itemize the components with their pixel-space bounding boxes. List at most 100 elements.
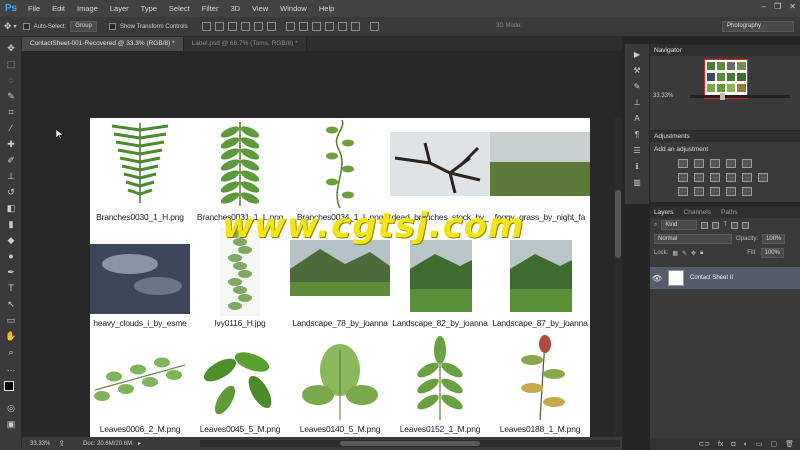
status-zoom[interactable]: 33.33%: [30, 441, 50, 447]
threshold-icon[interactable]: [710, 187, 720, 196]
vibrance-icon[interactable]: [742, 159, 752, 168]
distribute-bottom-icon[interactable]: [311, 22, 321, 31]
minimize-button[interactable]: ‒: [762, 2, 766, 11]
info-icon[interactable]: ℹ: [631, 162, 643, 172]
eyedropper-icon[interactable]: ⁄: [5, 123, 17, 134]
menu-view[interactable]: View: [246, 0, 274, 17]
shape-icon[interactable]: ▭: [5, 315, 17, 326]
horizontal-scroll-thumb[interactable]: [340, 441, 480, 446]
tool-presets-icon[interactable]: ⚒: [631, 66, 643, 76]
new-layer-icon[interactable]: ▢: [770, 440, 777, 448]
menu-layer[interactable]: Layer: [104, 0, 135, 17]
path-select-icon[interactable]: ↖: [5, 299, 17, 310]
auto-align-icon[interactable]: [369, 22, 379, 31]
menu-help[interactable]: Help: [313, 0, 340, 17]
paragraph-icon[interactable]: ¶: [631, 130, 643, 140]
align-bottom-icon[interactable]: [227, 22, 237, 31]
menu-file[interactable]: File: [22, 0, 46, 17]
distribute-middle-icon[interactable]: [298, 22, 308, 31]
black-white-icon[interactable]: [710, 173, 720, 182]
tab-layers[interactable]: Layers: [654, 207, 674, 218]
lock-transparency-icon[interactable]: ▦: [672, 250, 678, 257]
levels-icon[interactable]: [694, 159, 704, 168]
visibility-eye-icon[interactable]: 👁︎: [650, 274, 664, 283]
exposure-icon[interactable]: [726, 159, 736, 168]
tab-paths[interactable]: Paths: [721, 207, 738, 218]
blur-icon[interactable]: ◆: [5, 235, 17, 246]
filter-pixel-icon[interactable]: [701, 221, 709, 229]
auto-select-checkbox[interactable]: [22, 23, 30, 30]
menu-type[interactable]: Type: [135, 0, 163, 17]
menu-select[interactable]: Select: [163, 0, 196, 17]
menu-window[interactable]: Window: [274, 0, 313, 17]
more-tools-icon[interactable]: …: [5, 363, 17, 374]
clone-source-icon[interactable]: ⊥: [631, 98, 643, 108]
filter-type-icon[interactable]: T: [723, 222, 727, 228]
brush-presets-icon[interactable]: ✎: [631, 82, 643, 92]
menu-3d[interactable]: 3D: [224, 0, 246, 17]
blend-mode-dropdown[interactable]: Normal: [654, 234, 732, 244]
filter-shape-icon[interactable]: [731, 221, 739, 229]
filter-smart-object-icon[interactable]: [742, 221, 750, 229]
align-center-icon[interactable]: [253, 22, 263, 31]
invert-icon[interactable]: [678, 187, 688, 196]
quick-select-icon[interactable]: ✎: [5, 91, 17, 102]
clone-stamp-icon[interactable]: ⊥: [5, 171, 17, 182]
crop-icon[interactable]: ⌗: [5, 107, 17, 118]
add-mask-icon[interactable]: ◘: [731, 441, 735, 448]
move-tool-icon[interactable]: ✥: [4, 21, 12, 32]
align-middle-icon[interactable]: [214, 22, 224, 31]
histogram-icon[interactable]: ▥: [631, 178, 643, 188]
new-group-icon[interactable]: ▭: [756, 440, 763, 448]
adjustments-title[interactable]: Adjustments: [654, 131, 690, 142]
horizontal-scrollbar[interactable]: [200, 440, 620, 447]
properties-icon[interactable]: ☰: [631, 146, 643, 156]
photo-filter-icon[interactable]: [726, 173, 736, 182]
move-icon[interactable]: ✥: [5, 43, 17, 54]
new-adjustment-icon[interactable]: ◐: [744, 441, 748, 448]
menu-edit[interactable]: Edit: [46, 0, 71, 17]
menu-image[interactable]: Image: [71, 0, 104, 17]
workspace-dropdown[interactable]: Photography: [722, 21, 794, 32]
color-balance-icon[interactable]: [694, 173, 704, 182]
menu-filter[interactable]: Filter: [196, 0, 225, 17]
transform-controls-checkbox[interactable]: [108, 23, 116, 30]
link-layers-icon[interactable]: ⊂⊃: [698, 440, 710, 448]
contact-sheet-document[interactable]: Branches0030_1_H.png Branches0031_1_L.png…: [90, 118, 590, 437]
kind-filter-dropdown[interactable]: Kind: [661, 220, 698, 230]
navigator-preview[interactable]: [704, 59, 748, 99]
screen-mode-icon[interactable]: ▣: [5, 419, 17, 430]
eraser-icon[interactable]: ◧: [5, 203, 17, 214]
distribute-top-icon[interactable]: [285, 22, 295, 31]
maximize-button[interactable]: ❐: [774, 2, 781, 11]
foreground-color-swatch[interactable]: [4, 381, 14, 391]
lock-pixels-icon[interactable]: ✎: [682, 250, 687, 257]
hue-saturation-icon[interactable]: [678, 173, 688, 182]
healing-icon[interactable]: ✚: [5, 139, 17, 150]
navigator-zoom[interactable]: 33.33%: [653, 93, 673, 99]
align-right-icon[interactable]: [266, 22, 276, 31]
distribute-left-icon[interactable]: [324, 22, 334, 31]
delete-layer-icon[interactable]: 🗑︎: [785, 440, 794, 448]
canvas-area[interactable]: Branches0030_1_H.png Branches0031_1_L.png…: [22, 51, 622, 437]
gradient-map-icon[interactable]: [742, 187, 752, 196]
tab-contact-sheet[interactable]: ContactSheet-001-Recovered @ 33.3% (RGB/…: [22, 37, 184, 51]
type-icon[interactable]: T: [5, 283, 17, 294]
brush-icon[interactable]: ✐: [5, 155, 17, 166]
auto-select-dropdown[interactable]: Group: [70, 21, 97, 32]
distribute-right-icon[interactable]: [350, 22, 360, 31]
layer-row[interactable]: 👁︎ Contact Sheet II: [650, 267, 800, 289]
lock-position-icon[interactable]: ✥: [691, 250, 696, 257]
align-top-icon[interactable]: [201, 22, 211, 31]
share-icon[interactable]: ⇪: [58, 439, 65, 448]
close-button[interactable]: ✕: [789, 2, 796, 11]
play-icon[interactable]: ▶: [631, 50, 643, 60]
filter-adjustment-icon[interactable]: [712, 221, 720, 229]
vertical-scrollbar[interactable]: [614, 118, 622, 437]
color-lookup-icon[interactable]: [758, 173, 768, 182]
gradient-icon[interactable]: ▮: [5, 219, 17, 230]
history-brush-icon[interactable]: ↺: [5, 187, 17, 198]
tab-channels[interactable]: Channels: [684, 207, 711, 218]
tool-preset-chevron-icon[interactable]: ▾: [14, 23, 17, 30]
character-icon[interactable]: A: [631, 114, 643, 124]
